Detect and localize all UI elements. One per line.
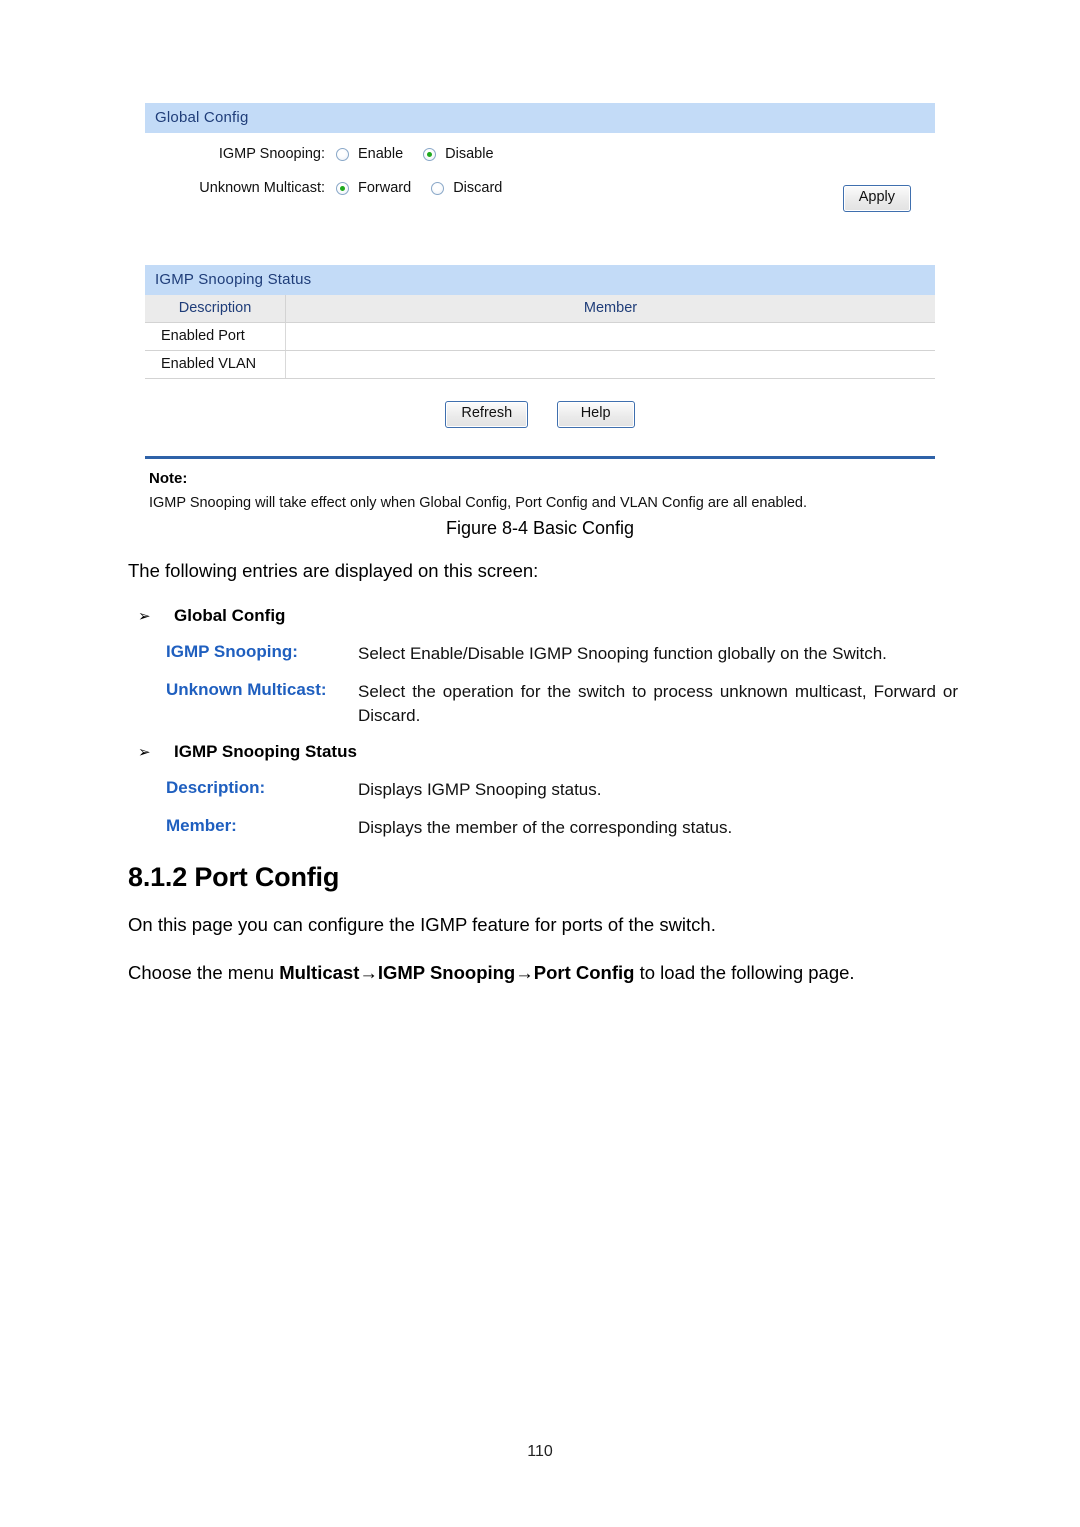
definition-term-member: Member: bbox=[166, 816, 237, 836]
bullet-heading-label: IGMP Snooping Status bbox=[174, 742, 357, 762]
apply-button-wrap: Apply bbox=[842, 185, 911, 212]
definition-term-description: Description: bbox=[166, 778, 266, 798]
menu-path-paragraph: Choose the menu Multicast→IGMP Snooping→… bbox=[128, 960, 958, 987]
column-header-member: Member bbox=[285, 295, 935, 323]
unknown-multicast-label: Unknown Multicast: bbox=[199, 180, 325, 196]
definition-row: Unknown Multicast: Select the operation … bbox=[128, 680, 958, 728]
radio-unknown-multicast-discard[interactable] bbox=[431, 181, 445, 195]
table-header-row: Description Member bbox=[145, 295, 935, 323]
definition-list-igmp-status: Description: Displays IGMP Snooping stat… bbox=[128, 778, 958, 840]
radio-label-discard[interactable]: Discard bbox=[453, 180, 502, 196]
definition-row: IGMP Snooping: Select Enable/Disable IGM… bbox=[128, 642, 958, 666]
figure-caption: Figure 8-4 Basic Config bbox=[445, 518, 635, 538]
refresh-button[interactable]: Refresh bbox=[445, 401, 529, 428]
section-heading: 8.1.2 Port Config bbox=[128, 862, 340, 893]
definition-term-igmp-snooping: IGMP Snooping: bbox=[166, 641, 298, 661]
definition-desc-member: Displays the member of the corresponding… bbox=[358, 818, 733, 838]
menu-path-suffix: to load the following page. bbox=[634, 962, 855, 984]
definition-row: Description: Displays IGMP Snooping stat… bbox=[128, 778, 958, 802]
definition-desc-description: Displays IGMP Snooping status. bbox=[358, 780, 602, 800]
note-title: Note: bbox=[149, 469, 188, 487]
unknown-multicast-row: Unknown Multicast: Forward Discard bbox=[145, 180, 502, 196]
radio-igmp-snooping-enable[interactable] bbox=[336, 147, 349, 161]
bullet-arrow-icon: ➢ bbox=[138, 744, 151, 762]
page-number: 110 bbox=[527, 1443, 553, 1460]
definition-desc-unknown-multicast: Select the operation for the switch to p… bbox=[358, 681, 958, 726]
igmp-status-table: Description Member Enabled Port Enabled … bbox=[145, 295, 935, 379]
menu-path-prefix: Choose the menu bbox=[128, 962, 280, 984]
note-text: IGMP Snooping will take effect only when… bbox=[149, 494, 807, 511]
intro-paragraph: The following entries are displayed on t… bbox=[128, 560, 539, 581]
radio-label-disable[interactable]: Disable bbox=[445, 146, 493, 162]
definition-desc-igmp-snooping: Select Enable/Disable IGMP Snooping func… bbox=[358, 643, 887, 663]
column-header-description: Description bbox=[145, 295, 286, 323]
cell-member-enabled-port bbox=[285, 322, 935, 351]
bullet-heading-global-config: ➢ Global Config bbox=[138, 606, 958, 626]
table-row: Enabled VLAN bbox=[145, 350, 935, 379]
radio-igmp-snooping-disable[interactable] bbox=[423, 147, 437, 161]
global-config-body: IGMP Snooping: Enable Disable Unknown Mu… bbox=[145, 133, 935, 229]
document-body: The following entries are displayed on t… bbox=[128, 558, 958, 1008]
definition-term-unknown-multicast: Unknown Multicast: bbox=[166, 679, 327, 699]
definition-list-global-config: IGMP Snooping: Select Enable/Disable IGM… bbox=[128, 642, 958, 728]
section-body-paragraph: On this page you can configure the IGMP … bbox=[128, 914, 716, 936]
radio-label-enable[interactable]: Enable bbox=[358, 146, 403, 162]
cell-description-enabled-vlan: Enabled VLAN bbox=[145, 350, 286, 379]
table-action-bar: Refresh Help bbox=[145, 379, 935, 454]
bullet-heading-igmp-status: ➢ IGMP Snooping Status bbox=[138, 742, 958, 762]
cell-description-enabled-port: Enabled Port bbox=[145, 322, 286, 351]
cell-member-enabled-vlan bbox=[285, 350, 935, 379]
igmp-status-panel-header: IGMP Snooping Status bbox=[145, 265, 935, 295]
screenshot-figure: Global Config IGMP Snooping: Enable Disa… bbox=[145, 103, 935, 529]
radio-unknown-multicast-forward[interactable] bbox=[336, 181, 349, 195]
help-button[interactable]: Help bbox=[556, 401, 635, 428]
table-row: Enabled Port bbox=[145, 322, 935, 351]
global-config-panel-header: Global Config bbox=[145, 103, 935, 133]
igmp-snooping-label: IGMP Snooping: bbox=[218, 146, 325, 162]
igmp-snooping-row: IGMP Snooping: Enable Disable bbox=[145, 146, 494, 162]
radio-label-forward[interactable]: Forward bbox=[358, 180, 411, 196]
bullet-arrow-icon: ➢ bbox=[138, 607, 151, 625]
apply-button[interactable]: Apply bbox=[842, 185, 911, 212]
bullet-heading-label: Global Config bbox=[174, 605, 286, 625]
definition-row: Member: Displays the member of the corre… bbox=[128, 816, 958, 840]
menu-path-breadcrumb: Multicast→IGMP Snooping→Port Config bbox=[279, 962, 635, 984]
panel-separator bbox=[145, 229, 935, 265]
